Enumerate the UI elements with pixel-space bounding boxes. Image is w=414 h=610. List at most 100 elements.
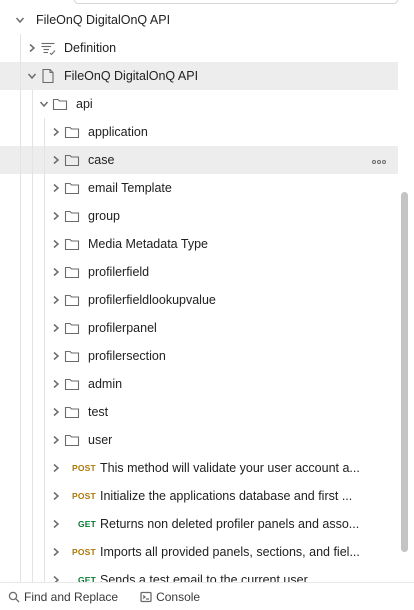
indent-guide [32, 510, 33, 538]
indent-guide [32, 174, 33, 202]
folder-icon [64, 348, 80, 364]
chevron-right-icon[interactable] [50, 322, 62, 334]
indent-guide [20, 370, 21, 398]
indent-guide [32, 566, 33, 582]
indent-guide [20, 230, 21, 258]
chevron-right-icon[interactable] [26, 42, 38, 54]
chevron-right-icon[interactable] [50, 574, 62, 582]
folder-item[interactable]: application [0, 118, 398, 146]
collection-item[interactable]: FileOnQ DigitalOnQ API [0, 6, 398, 34]
indent-guide [32, 146, 33, 174]
indent-guide [20, 90, 21, 118]
chevron-right-icon[interactable] [50, 378, 62, 390]
status-bar: Find and Replace Console [0, 582, 414, 610]
tree-item-label: user [88, 433, 113, 447]
chevron-right-icon[interactable] [50, 238, 62, 250]
chevron-right-icon[interactable] [50, 266, 62, 278]
console-button[interactable]: Console [140, 590, 200, 604]
folder-item[interactable]: user [0, 426, 398, 454]
find-and-replace-label: Find and Replace [24, 589, 119, 604]
indent-guide [44, 314, 45, 342]
chevron-right-icon[interactable] [50, 462, 62, 474]
chevron-right-icon[interactable] [50, 126, 62, 138]
indent-guide [44, 566, 45, 582]
folder-icon [52, 96, 68, 112]
chevron-right-icon[interactable] [50, 434, 62, 446]
indent-guide [20, 342, 21, 370]
document-item[interactable]: FileOnQ DigitalOnQ API [0, 62, 398, 90]
folder-icon [64, 320, 80, 336]
tree-item-label: case [88, 153, 115, 167]
folder-item[interactable]: email Template [0, 174, 398, 202]
console-label: Console [156, 589, 201, 604]
chevron-right-icon[interactable] [50, 210, 62, 222]
chevron-down-icon[interactable] [14, 14, 26, 26]
folder-item[interactable]: api [0, 90, 398, 118]
folder-item[interactable]: group [0, 202, 398, 230]
indent-guide [32, 230, 33, 258]
indent-guide [44, 202, 45, 230]
indent-guide [20, 482, 21, 510]
folder-icon [64, 292, 80, 308]
folder-item[interactable]: admin [0, 370, 398, 398]
chevron-right-icon[interactable] [50, 350, 62, 362]
indent-guide [44, 174, 45, 202]
folder-item[interactable]: case [0, 146, 398, 174]
request-item[interactable]: POST Initialize the applications database… [0, 482, 398, 510]
request-item[interactable]: GET Sends a test email to the current use… [0, 566, 398, 582]
chevron-right-icon[interactable] [50, 406, 62, 418]
indent-guide [20, 174, 21, 202]
folder-item[interactable]: profilerfieldlookupvalue [0, 286, 398, 314]
request-item[interactable]: POST This method will validate your user … [0, 454, 398, 482]
indent-guide [44, 342, 45, 370]
more-icon[interactable] [371, 153, 386, 167]
folder-icon [64, 236, 80, 252]
tree-item-label: Media Metadata Type [88, 237, 208, 251]
tree-item-label: profilerpanel [88, 321, 157, 335]
indent-guide [44, 258, 45, 286]
folder-item[interactable]: test [0, 398, 398, 426]
folder-icon [64, 376, 80, 392]
tree-item-label: FileOnQ DigitalOnQ API [64, 69, 199, 83]
indent-guide [20, 510, 21, 538]
request-item[interactable]: POST Imports all provided panels, section… [0, 538, 398, 566]
indent-guide [20, 146, 21, 174]
folder-icon [64, 124, 80, 140]
chevron-right-icon[interactable] [50, 490, 62, 502]
indent-guide [20, 426, 21, 454]
indent-guide [32, 258, 33, 286]
http-method-badge: GET [78, 519, 97, 529]
indent-guide [20, 538, 21, 566]
indent-guide [32, 314, 33, 342]
tree-scrollbar[interactable] [401, 192, 408, 552]
find-and-replace-button[interactable]: Find and Replace [8, 590, 118, 604]
indent-guide [44, 510, 45, 538]
chevron-down-icon[interactable] [38, 98, 50, 110]
indent-guide [20, 202, 21, 230]
tree-item-label: Definition [64, 41, 117, 55]
chevron-right-icon[interactable] [50, 154, 62, 166]
chevron-right-icon[interactable] [50, 294, 62, 306]
definition-icon [40, 40, 56, 56]
indent-guide [44, 538, 45, 566]
definition-item[interactable]: Definition [0, 34, 398, 62]
folder-item[interactable]: profilerfield [0, 258, 398, 286]
folder-icon [64, 208, 80, 224]
indent-guide [44, 286, 45, 314]
indent-guide [32, 202, 33, 230]
folder-item[interactable]: Media Metadata Type [0, 230, 398, 258]
request-item[interactable]: GET Returns non deleted profiler panels a… [0, 510, 398, 538]
indent-guide [44, 230, 45, 258]
indent-guide [20, 286, 21, 314]
indent-guide [20, 454, 21, 482]
http-method-badge: POST [72, 491, 96, 501]
tree-item-label: profilerfield [88, 265, 150, 279]
folder-item[interactable]: profilerpanel [0, 314, 398, 342]
indent-guide [44, 146, 45, 174]
indent-guide [32, 118, 33, 146]
folder-item[interactable]: profilersection [0, 342, 398, 370]
chevron-right-icon[interactable] [50, 546, 62, 558]
chevron-right-icon[interactable] [50, 182, 62, 194]
chevron-right-icon[interactable] [50, 518, 62, 530]
chevron-down-icon[interactable] [26, 70, 38, 82]
